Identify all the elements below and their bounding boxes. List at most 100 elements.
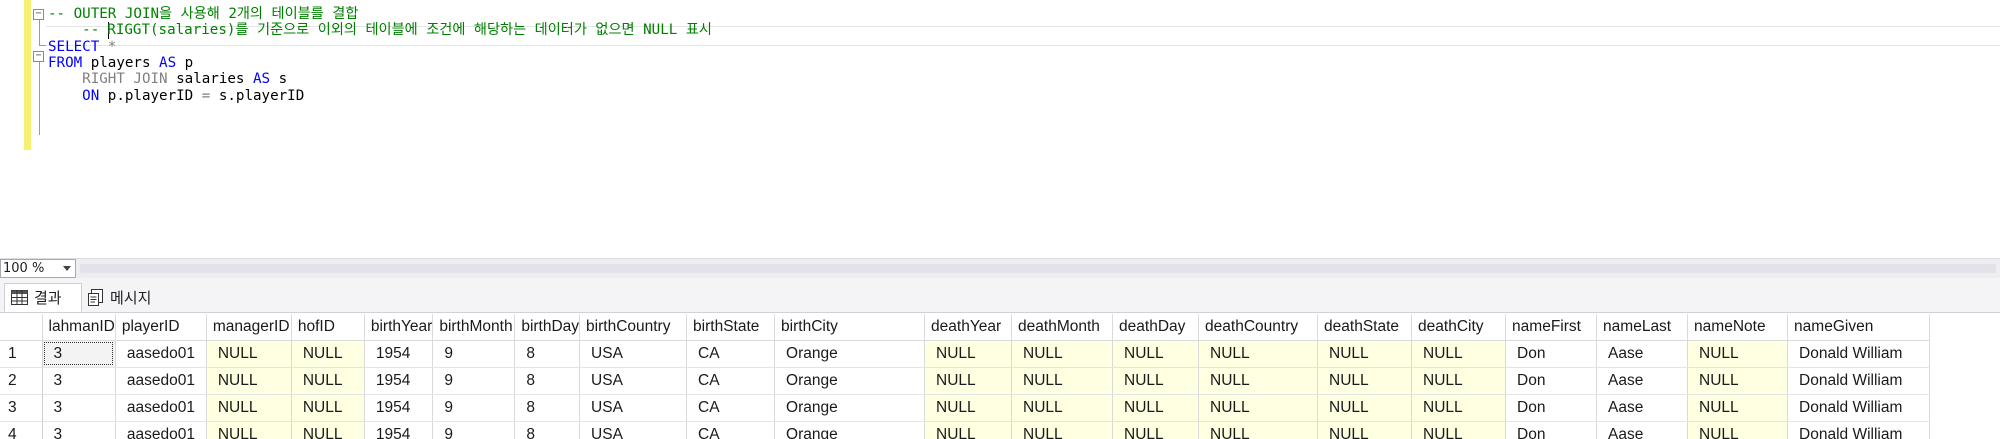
grid-cell[interactable]: Orange xyxy=(774,340,926,368)
grid-cell[interactable]: Orange xyxy=(774,367,926,395)
grid-cell[interactable]: 3 xyxy=(42,394,116,422)
grid-cell[interactable]: NULL xyxy=(206,367,292,395)
grid-cell[interactable]: NULL xyxy=(1411,394,1507,422)
table-row[interactable]: 3 3 aasedo01 NULL NULL 1954 9 8 USA CA Orange NULL N… xyxy=(0,394,1931,422)
grid-cell[interactable]: Don xyxy=(1505,394,1598,422)
grid-cell[interactable]: Donald William xyxy=(1787,340,1931,368)
grid-cell[interactable]: CA xyxy=(686,367,776,395)
grid-cell[interactable]: NULL xyxy=(1112,367,1200,395)
grid-cell[interactable]: 1954 xyxy=(364,421,434,439)
column-header-deathcountry[interactable]: deathCountry xyxy=(1198,314,1319,341)
column-header-namenote[interactable]: nameNote xyxy=(1687,314,1789,341)
column-header-lahmanid[interactable]: lahmanID xyxy=(42,314,116,341)
table-row[interactable]: 1 3 aasedo01 NULL NULL 1954 9 8 USA CA Orange NULL N… xyxy=(0,340,1931,368)
grid-cell[interactable]: aasedo01 xyxy=(115,394,207,422)
code-line[interactable]: ON p.playerID = s.playerID xyxy=(48,86,304,107)
grid-cell[interactable]: NULL xyxy=(1112,340,1200,368)
grid-cell[interactable]: NULL xyxy=(291,421,365,439)
grid-cell[interactable]: NULL xyxy=(924,340,1013,368)
collapse-comment-icon[interactable]: − xyxy=(33,9,44,20)
grid-cell[interactable]: Donald William xyxy=(1787,367,1931,395)
column-header-birthmonth[interactable]: birthMonth xyxy=(432,314,516,341)
row-number[interactable]: 1 xyxy=(0,340,43,368)
grid-cell[interactable]: NULL xyxy=(1198,367,1319,395)
chevron-down-icon[interactable] xyxy=(63,266,71,271)
grid-cell[interactable]: 8 xyxy=(514,367,581,395)
grid-cell[interactable]: Aase xyxy=(1596,340,1689,368)
column-header-namegiven[interactable]: nameGiven xyxy=(1787,314,1931,341)
table-row[interactable]: 2 3 aasedo01 NULL NULL 1954 9 8 USA CA Orange NULL N… xyxy=(0,367,1931,395)
grid-cell[interactable]: 9 xyxy=(432,367,516,395)
grid-cell[interactable]: NULL xyxy=(1112,394,1200,422)
column-header-birthcity[interactable]: birthCity xyxy=(774,314,926,341)
grid-cell[interactable]: NULL xyxy=(1112,421,1200,439)
grid-cell[interactable]: 1954 xyxy=(364,340,434,368)
zoom-select[interactable]: 100 % xyxy=(0,259,76,278)
grid-cell[interactable]: NULL xyxy=(1317,340,1413,368)
grid-cell[interactable]: NULL xyxy=(1198,340,1319,368)
code-line[interactable]: -- RIGGT(salaries)를 기준으로 이외의 테이블에 조건에 해당… xyxy=(48,20,712,41)
column-header-deathstate[interactable]: deathState xyxy=(1317,314,1413,341)
grid-cell[interactable]: Aase xyxy=(1596,367,1689,395)
grid-cell[interactable]: NULL xyxy=(1687,421,1789,439)
column-header-playerid[interactable]: playerID xyxy=(115,314,207,341)
tab-results[interactable]: 결과 xyxy=(4,283,82,312)
grid-cell[interactable]: NULL xyxy=(1317,367,1413,395)
grid-cell[interactable]: NULL xyxy=(924,367,1013,395)
grid-cell[interactable]: NULL xyxy=(1011,421,1114,439)
grid-cell[interactable]: NULL xyxy=(1687,340,1789,368)
grid-cell[interactable]: 1954 xyxy=(364,367,434,395)
grid-cell[interactable]: CA xyxy=(686,421,776,439)
grid-cell[interactable]: NULL xyxy=(1687,394,1789,422)
grid-cell[interactable]: USA xyxy=(579,340,688,368)
column-header-hofid[interactable]: hofID xyxy=(291,314,365,341)
grid-cell[interactable]: NULL xyxy=(206,394,292,422)
grid-cell[interactable]: USA xyxy=(579,421,688,439)
horizontal-scrollbar[interactable] xyxy=(80,264,1996,273)
grid-cell[interactable]: Don xyxy=(1505,367,1598,395)
grid-cell[interactable]: NULL xyxy=(1687,367,1789,395)
grid-cell[interactable]: Donald William xyxy=(1787,421,1931,439)
row-number[interactable]: 4 xyxy=(0,421,43,439)
grid-cell[interactable]: NULL xyxy=(291,340,365,368)
grid-cell[interactable]: 9 xyxy=(432,421,516,439)
grid-cell[interactable]: 8 xyxy=(514,421,581,439)
grid-cell[interactable]: 3 xyxy=(42,421,116,439)
column-header-birthstate[interactable]: birthState xyxy=(686,314,776,341)
grid-cell[interactable]: Aase xyxy=(1596,394,1689,422)
grid-cell[interactable]: NULL xyxy=(1411,367,1507,395)
results-grid[interactable]: lahmanID playerID managerID hofID birthYear b… xyxy=(0,314,2000,439)
row-number[interactable]: 2 xyxy=(0,367,43,395)
grid-cell[interactable]: 9 xyxy=(432,340,516,368)
grid-cell[interactable]: NULL xyxy=(1411,421,1507,439)
grid-cell[interactable]: NULL xyxy=(291,367,365,395)
column-header-managerid[interactable]: managerID xyxy=(206,314,292,341)
column-header-namelast[interactable]: nameLast xyxy=(1596,314,1689,341)
grid-cell[interactable]: 8 xyxy=(514,340,581,368)
grid-cell[interactable]: CA xyxy=(686,340,776,368)
column-header-birthcountry[interactable]: birthCountry xyxy=(579,314,688,341)
grid-cell[interactable]: NULL xyxy=(206,340,292,368)
grid-cell[interactable]: USA xyxy=(579,394,688,422)
column-header-namefirst[interactable]: nameFirst xyxy=(1505,314,1598,341)
column-header-birthyear[interactable]: birthYear xyxy=(364,314,434,341)
column-header-deathmonth[interactable]: deathMonth xyxy=(1011,314,1114,341)
grid-cell[interactable]: Don xyxy=(1505,421,1598,439)
grid-cell[interactable]: NULL xyxy=(1317,394,1413,422)
grid-corner-cell[interactable] xyxy=(0,314,43,341)
grid-cell[interactable]: NULL xyxy=(291,394,365,422)
grid-cell[interactable]: NULL xyxy=(1011,367,1114,395)
column-header-deathday[interactable]: deathDay xyxy=(1112,314,1200,341)
grid-cell[interactable]: NULL xyxy=(1198,421,1319,439)
grid-cell[interactable]: Donald William xyxy=(1787,394,1931,422)
column-header-deathyear[interactable]: deathYear xyxy=(924,314,1013,341)
grid-cell[interactable]: NULL xyxy=(924,421,1013,439)
column-header-birthday[interactable]: birthDay xyxy=(514,314,581,341)
collapse-select-icon[interactable]: − xyxy=(33,51,44,62)
grid-cell[interactable]: Orange xyxy=(774,394,926,422)
grid-cell[interactable]: CA xyxy=(686,394,776,422)
column-header-deathcity[interactable]: deathCity xyxy=(1411,314,1507,341)
tab-messages[interactable]: 메시지 xyxy=(82,283,164,312)
grid-cell[interactable]: NULL xyxy=(924,394,1013,422)
query-editor[interactable]: − − -- OUTER JOIN을 사용해 2개의 테이블를 결합 -- RI… xyxy=(0,0,2000,258)
